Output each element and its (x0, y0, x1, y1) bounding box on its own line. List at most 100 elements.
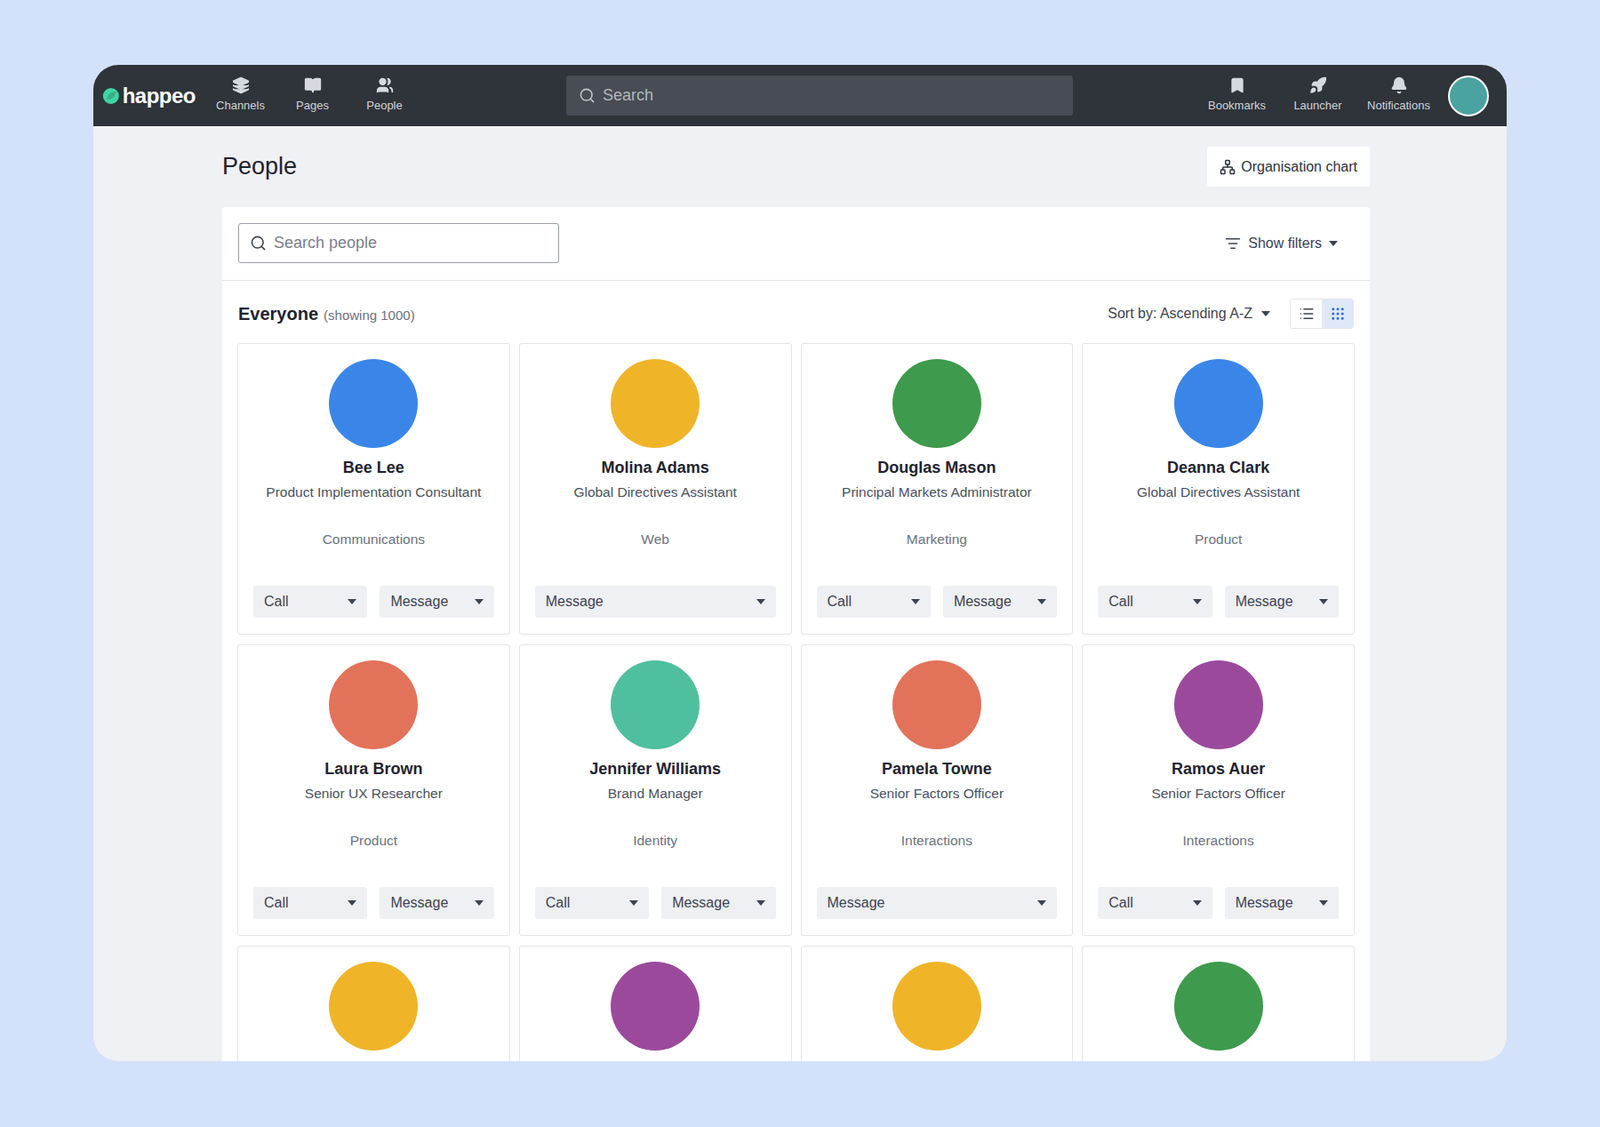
person-title: Brand Manager (608, 783, 704, 824)
people-search[interactable]: Search people (238, 223, 560, 264)
list-view-icon (1298, 305, 1315, 322)
action-dropdown[interactable]: Message (943, 585, 1057, 618)
caret-icon (911, 599, 920, 605)
caret-icon (1261, 311, 1271, 317)
search-icon (249, 234, 267, 252)
person-department: Product (1194, 529, 1242, 550)
caret-icon (756, 599, 766, 605)
person-name[interactable]: Molina Adams (600, 456, 709, 479)
action-dropdown[interactable]: Message (816, 887, 1058, 920)
person-card[interactable]: Bee LeeProduct Implementation Consultant… (237, 343, 511, 635)
person-card[interactable]: Deanna ClarkGlobal Directives Assistant P… (1081, 343, 1355, 635)
person-department: Interactions (901, 831, 973, 851)
person-card[interactable] (519, 945, 792, 1062)
top-nav: happeoChannelsPagesPeople Search Bookmarks… (93, 64, 1507, 127)
section-heading: Everyone(showing 1000) (238, 300, 416, 328)
nav-item[interactable]: People (348, 76, 421, 115)
bookmarks-icon (1228, 76, 1247, 95)
nav-item[interactable]: Pages (276, 76, 349, 115)
user-avatar[interactable] (1448, 75, 1489, 117)
caret-icon (629, 900, 639, 906)
caret-icon (1319, 900, 1328, 906)
action-dropdown[interactable]: Call (1097, 585, 1212, 618)
person-title: Principal Markets Administrator (841, 481, 1032, 523)
person-department: Interactions (1183, 831, 1255, 851)
caret-icon (474, 599, 484, 605)
person-card[interactable] (237, 945, 511, 1062)
caret-icon (1037, 599, 1047, 605)
person-department: Communications (322, 529, 425, 550)
person-card[interactable] (800, 945, 1074, 1062)
action-dropdown[interactable]: Message (379, 585, 494, 618)
app-window: happeoChannelsPagesPeople Search Bookmarks… (93, 64, 1507, 1062)
avatar-photo (1174, 961, 1264, 1051)
person-title: Global Directives Assistant (1136, 481, 1301, 523)
action-dropdown[interactable]: Call (1097, 887, 1212, 920)
avatar-photo (610, 359, 700, 448)
person-card[interactable]: Molina AdamsGlobal Directives AssistantW… (519, 343, 792, 635)
org-chart-icon (1219, 159, 1236, 176)
person-card[interactable]: Douglas MasonPrincipal Markets Administr… (800, 343, 1074, 635)
action-dropdown[interactable]: Message (661, 887, 776, 920)
caret-icon (1192, 900, 1202, 906)
global-search[interactable]: Search (566, 75, 1073, 116)
person-card[interactable]: Pamela Towne Senior Factors Officer Intera… (800, 644, 1074, 936)
action-dropdown[interactable]: Message (1224, 585, 1339, 618)
person-name[interactable]: Pamela Towne (881, 758, 992, 780)
action-dropdown[interactable]: Call (253, 585, 368, 618)
caret-icon (474, 900, 484, 906)
search-icon (578, 87, 596, 104)
person-name[interactable]: Laura Brown (324, 758, 423, 780)
action-dropdown[interactable]: Message (535, 585, 776, 618)
person-card[interactable]: Laura BrownSenior UX ResearcherProductCa… (237, 644, 511, 936)
person-name[interactable]: Ramos Auer (1171, 758, 1265, 780)
avatar-photo (1174, 359, 1264, 448)
person-card[interactable] (1081, 945, 1355, 1062)
channels-icon (232, 76, 250, 95)
nav-action[interactable]: Bookmarks (1196, 76, 1278, 115)
action-dropdown[interactable]: Message (379, 887, 494, 920)
avatar-photo (610, 660, 700, 750)
person-title: Product Implementation Consultant (265, 481, 481, 523)
caret-icon (756, 900, 766, 906)
view-toggle-button[interactable] (1290, 299, 1322, 328)
avatar-photo (610, 961, 700, 1051)
person-name[interactable]: Deanna Clark (1167, 456, 1270, 479)
caret-icon (1037, 900, 1047, 906)
launcher-icon (1309, 76, 1328, 95)
avatar-photo (892, 660, 982, 750)
caret-icon (347, 900, 357, 906)
person-name[interactable]: Jennifer Williams (589, 758, 721, 780)
happeo-logo[interactable]: happeo (102, 80, 196, 112)
people-panel: Search people Show filters Everyone(showin… (222, 207, 1370, 1062)
show-filters-button[interactable]: Show filters (1224, 232, 1354, 255)
action-dropdown[interactable]: Call (816, 585, 931, 618)
people-icon (376, 76, 394, 95)
avatar-photo (328, 359, 418, 448)
action-dropdown[interactable]: Call (535, 887, 649, 920)
nav-action[interactable]: Notifications (1358, 76, 1440, 115)
nav-action[interactable]: Launcher (1277, 76, 1359, 115)
action-dropdown[interactable]: Call (253, 887, 368, 920)
view-toggle-button[interactable] (1321, 299, 1353, 328)
leaf-icon (102, 85, 120, 107)
grid-view-icon (1329, 305, 1346, 322)
person-title: Senior Factors Officer (870, 783, 1004, 824)
nav-item[interactable]: Channels (204, 76, 277, 115)
sort-dropdown[interactable]: Sort by: Ascending A-Z (1107, 303, 1271, 325)
caret-icon (1192, 599, 1202, 605)
person-title: Global Directives Assistant (573, 481, 737, 523)
person-name[interactable]: Bee Lee (343, 456, 405, 479)
avatar-photo (328, 961, 418, 1051)
person-title: Senior UX Researcher (304, 783, 443, 824)
person-name[interactable]: Douglas Mason (877, 456, 996, 479)
view-toggle (1289, 298, 1354, 329)
action-dropdown[interactable]: Message (1224, 887, 1339, 920)
caret-icon (1328, 240, 1338, 247)
filter-icon (1224, 235, 1241, 252)
avatar-photo (328, 660, 418, 750)
people-grid: Bee LeeProduct Implementation Consultant… (222, 343, 1370, 1062)
person-card[interactable]: Ramos AuerSenior Factors OfficerInteract… (1081, 644, 1355, 936)
org-chart-button[interactable]: Organisation chart (1207, 146, 1370, 187)
person-card[interactable]: Jennifer WilliamsBrand ManagerIdentityCa… (519, 644, 792, 936)
